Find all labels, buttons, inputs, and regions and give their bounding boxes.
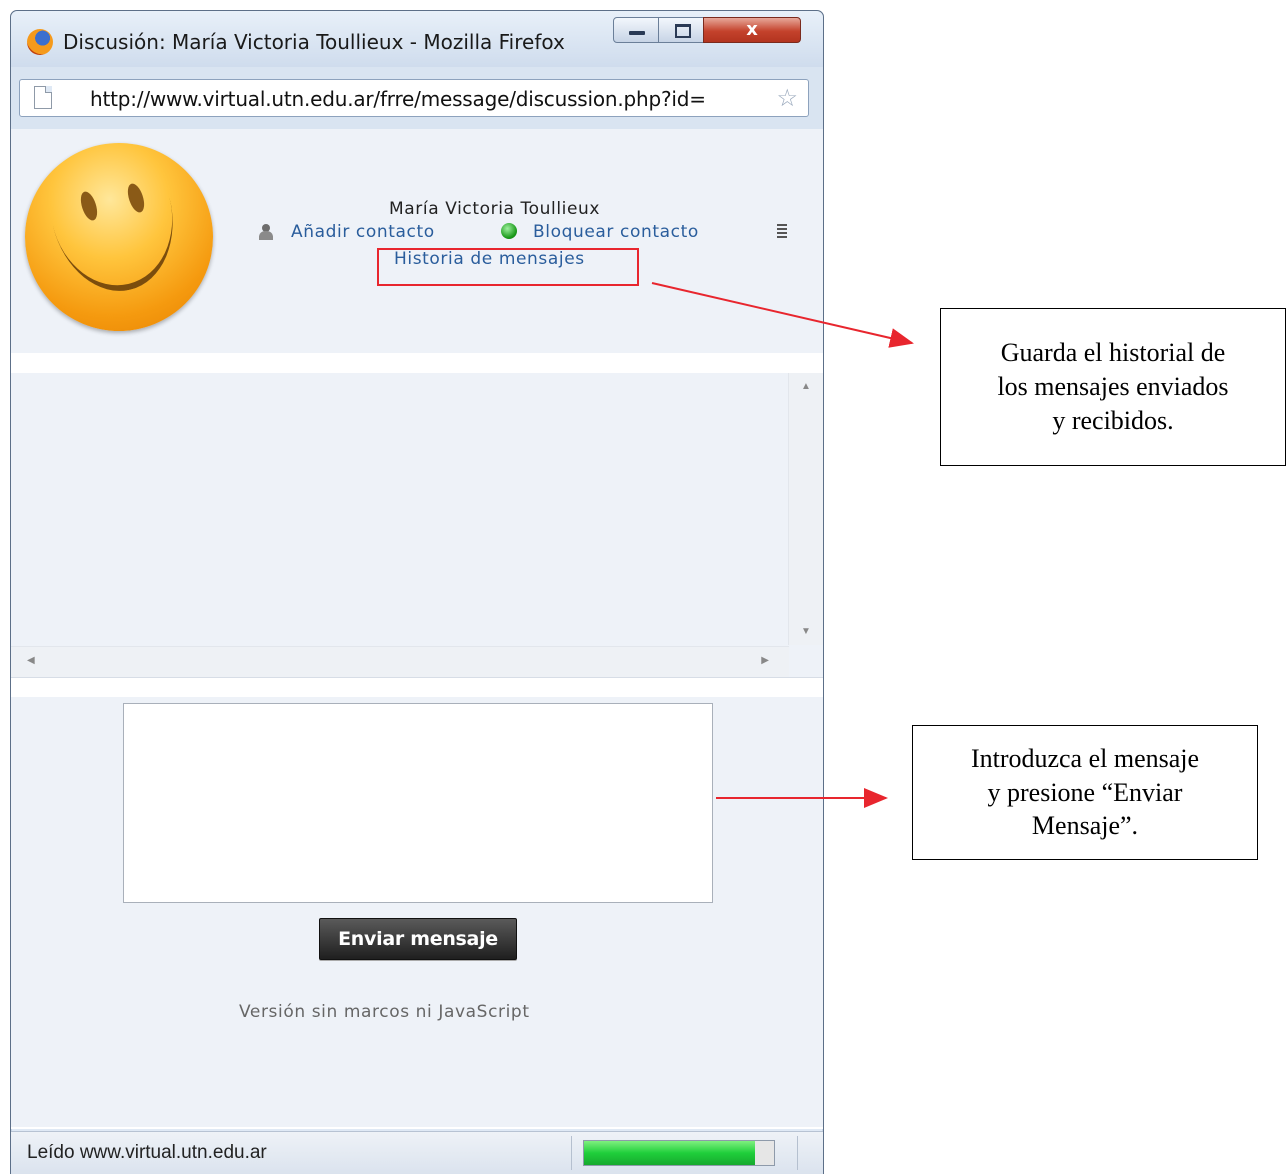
history-callout: Guarda el historial de los mensajes envi…	[940, 308, 1286, 466]
send-callout: Introduzca el mensaje y presione “Enviar…	[912, 725, 1258, 860]
history-arrow	[651, 282, 914, 348]
annotation-arrows	[651, 282, 914, 808]
